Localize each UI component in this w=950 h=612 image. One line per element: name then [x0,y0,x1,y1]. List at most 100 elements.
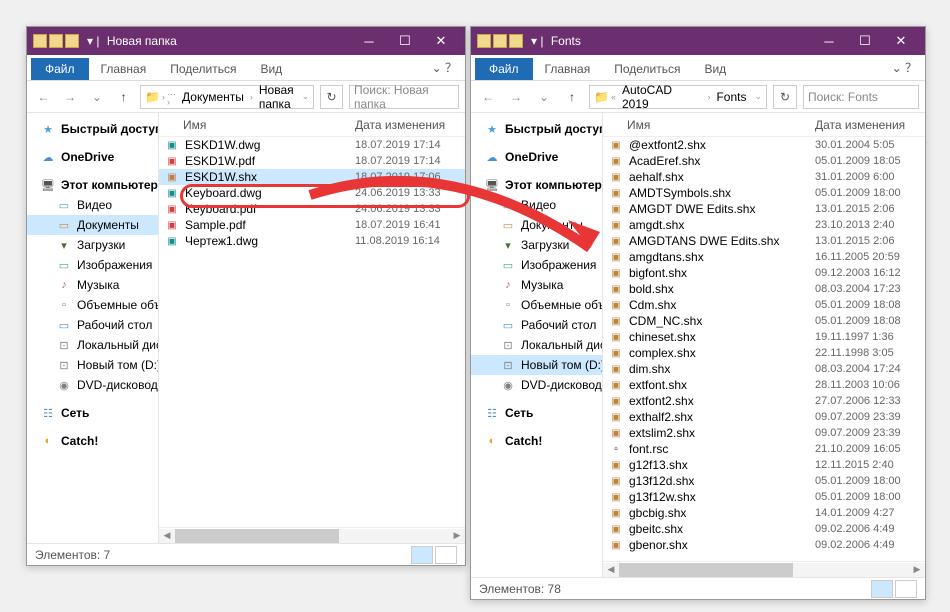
file-row[interactable]: ▣ESKD1W.shx18.07.2019 17:06 [159,169,465,185]
sidebar-item[interactable]: ☁OneDrive [471,147,602,167]
close-button[interactable]: ✕ [423,27,459,55]
sidebar-item[interactable]: ♪Музыка [471,275,602,295]
column-header[interactable]: Имя Дата изменения [159,113,465,137]
tab-file[interactable]: Файл [31,58,89,80]
dropdown-icon[interactable]: ⌄ [754,91,762,102]
file-row[interactable]: ▣Чертеж1.dwg11.08.2019 16:14 [159,233,465,249]
col-name[interactable]: Имя [183,118,355,132]
sidebar-item[interactable]: ⊡Новый том (D:) [471,355,602,375]
file-row[interactable]: ▣AMDTSymbols.shx05.01.2009 18:00 [603,185,925,201]
file-row[interactable]: ▣extfont.shx28.11.2003 10:06 [603,377,925,393]
file-row[interactable]: ▣@extfont2.shx30.01.2004 5:05 [603,137,925,153]
view-icons-button[interactable] [895,580,917,598]
file-row[interactable]: ▣CDM_NC.shx05.01.2009 18:08 [603,313,925,329]
scrollbar-thumb[interactable] [619,563,793,577]
nav-fwd-button[interactable]: → [60,86,81,108]
refresh-button[interactable]: ↻ [320,85,343,109]
file-row[interactable]: ▣Keyboard.pdf24.06.2019 13:33 [159,201,465,217]
tab-view[interactable]: Вид [692,58,738,80]
path-box[interactable]: 📁 › … › Документы › Новая папка ⌄ [140,85,314,109]
minimize-button[interactable]: ─ [351,27,387,55]
file-row[interactable]: ▣dim.shx08.03.2004 17:24 [603,361,925,377]
sidebar-item[interactable]: ▾Загрузки [471,235,602,255]
file-row[interactable]: ▣Keyboard.dwg24.06.2019 13:33 [159,185,465,201]
sidebar-item[interactable]: ▭Документы [27,215,158,235]
path-box[interactable]: 📁 « AutoCAD 2019 › Fonts ⌄ [589,85,767,109]
file-row[interactable]: ▣gbenor.shx09.02.2006 4:49 [603,537,925,553]
sidebar-item[interactable]: 🖥Этот компьютер [471,175,602,195]
file-row[interactable]: ▣AMGDT DWE Edits.shx13.01.2015 2:06 [603,201,925,217]
sidebar-item[interactable]: ▭Изображения [27,255,158,275]
file-row[interactable]: ▣gbcbig.shx14.01.2009 4:27 [603,505,925,521]
file-list[interactable]: ▣@extfont2.shx30.01.2004 5:05▣AcadEref.s… [603,137,925,561]
tab-view[interactable]: Вид [248,58,294,80]
sidebar-item[interactable]: ▭Рабочий стол [471,315,602,335]
col-date[interactable]: Дата изменения [815,118,925,132]
scrollbar-thumb[interactable] [175,529,339,543]
sidebar-item[interactable]: ◐Catch! [471,431,602,451]
file-row[interactable]: ▣AcadEref.shx05.01.2009 18:05 [603,153,925,169]
titlebar[interactable]: ▾ | Новая папка ─ ☐ ✕ [27,27,465,55]
refresh-button[interactable]: ↻ [773,85,797,109]
sidebar-item[interactable]: ◉DVD-дисковод (E:) [471,375,602,395]
sidebar-item[interactable]: ◉DVD-дисковод (E:) [27,375,158,395]
nav-back-button[interactable]: ← [477,86,499,108]
scroll-left-icon[interactable]: ◀ [159,529,175,543]
file-row[interactable]: ▣ESKD1W.dwg18.07.2019 17:14 [159,137,465,153]
sidebar-item[interactable]: ▾Загрузки [27,235,158,255]
file-row[interactable]: ▣exthalf2.shx09.07.2009 23:39 [603,409,925,425]
sidebar-item[interactable]: ☷Сеть [471,403,602,423]
col-name[interactable]: Имя [627,118,815,132]
nav-recent-button[interactable]: ⌄ [87,86,108,108]
dropdown-icon[interactable]: ⌄ [302,91,310,102]
file-row[interactable]: ▣Sample.pdf18.07.2019 16:41 [159,217,465,233]
sidebar-item[interactable]: ▫Объемные объект [27,295,158,315]
column-header[interactable]: Имя Дата изменения [603,113,925,137]
tab-home[interactable]: Главная [533,58,603,80]
view-details-button[interactable] [411,546,433,564]
sidebar-item[interactable]: ☁OneDrive [27,147,158,167]
scroll-right-icon[interactable]: ▶ [449,529,465,543]
file-row[interactable]: ▣amgdtans.shx16.11.2005 20:59 [603,249,925,265]
minimize-button[interactable]: ─ [811,27,847,55]
maximize-button[interactable]: ☐ [847,27,883,55]
tab-share[interactable]: Поделиться [158,58,248,80]
file-row[interactable]: ▣complex.shx22.11.1998 3:05 [603,345,925,361]
file-row[interactable]: ▣bold.shx08.03.2004 17:23 [603,281,925,297]
scroll-right-icon[interactable]: ▶ [909,563,925,577]
sidebar-item[interactable]: ⊡Локальный диск (C [471,335,602,355]
path-seg[interactable]: AutoCAD 2019 [618,83,705,111]
file-row[interactable]: ▣bigfont.shx09.12.2003 16:12 [603,265,925,281]
sidebar-item[interactable]: ★Быстрый доступ [27,119,158,139]
path-seg[interactable]: Fonts [712,90,750,104]
chevron-icon[interactable]: › [162,92,165,102]
sidebar-item[interactable]: ▭Документы [471,215,602,235]
view-details-button[interactable] [871,580,893,598]
maximize-button[interactable]: ☐ [387,27,423,55]
nav-up-button[interactable]: ↑ [113,86,134,108]
file-row[interactable]: ▣g13f12d.shx05.01.2009 18:00 [603,473,925,489]
sidebar-item[interactable]: ⊡Новый том (D:) [27,355,158,375]
nav-recent-button[interactable]: ⌄ [533,86,555,108]
tab-home[interactable]: Главная [89,58,159,80]
sidebar-item[interactable]: ▭Изображения [471,255,602,275]
file-row[interactable]: ▣gbeitc.shx09.02.2006 4:49 [603,521,925,537]
file-row[interactable]: ▣aehalf.shx31.01.2009 6:00 [603,169,925,185]
file-row[interactable]: ▣Cdm.shx05.01.2009 18:08 [603,297,925,313]
nav-fwd-button[interactable]: → [505,86,527,108]
file-row[interactable]: ▣g12f13.shx12.11.2015 2:40 [603,457,925,473]
scroll-h[interactable]: ◀ ▶ [603,561,925,577]
file-row[interactable]: ▣amgdt.shx23.10.2013 2:40 [603,217,925,233]
sidebar-item[interactable]: ⊡Локальный диск (C [27,335,158,355]
file-row[interactable]: ▣extfont2.shx27.07.2006 12:33 [603,393,925,409]
search-input[interactable]: Поиск: Fonts [803,85,919,109]
help-icon[interactable]: ⌄ ？ [884,55,925,80]
sidebar-item[interactable]: ◐Catch! [27,431,158,451]
nav-up-button[interactable]: ↑ [561,86,583,108]
file-row[interactable]: ▣chineset.shx19.11.1997 1:36 [603,329,925,345]
help-icon[interactable]: ⌄ ？ [424,55,465,80]
titlebar[interactable]: ▾ | Fonts ─ ☐ ✕ [471,27,925,55]
col-date[interactable]: Дата изменения [355,118,465,132]
view-icons-button[interactable] [435,546,457,564]
path-seg[interactable]: Документы [178,90,248,104]
